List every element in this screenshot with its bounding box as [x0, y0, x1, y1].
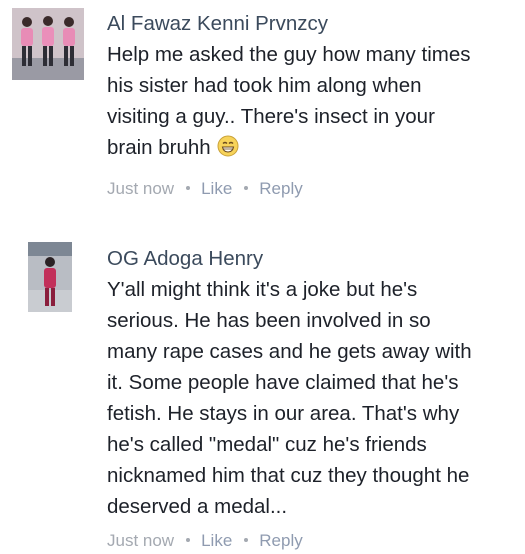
comment-actions: Just now Like Reply [107, 530, 519, 552]
comment-author[interactable]: OG Adoga Henry [107, 246, 519, 272]
like-link[interactable]: Like [201, 179, 232, 198]
comment-text-line: his sister had took him along when [107, 74, 422, 97]
comment-text-line: Y'all might think it's a joke but he's [107, 278, 418, 301]
reply-link[interactable]: Reply [259, 179, 302, 198]
comment-actions: Just now Like Reply [107, 178, 519, 200]
comment-timestamp: Just now [107, 179, 175, 198]
comment-body: OG Adoga Henry Y'all might think it's a … [107, 246, 519, 552]
comment-text-line: visiting a guy.. There's insect in your [107, 105, 435, 128]
comment-text-line: many rape cases and he gets away with [107, 340, 472, 363]
comment-timestamp: Just now [107, 531, 175, 550]
dot-separator [244, 185, 249, 190]
dot-separator [186, 185, 191, 190]
comment-text-fragment: brain bruhh [107, 136, 211, 159]
reply-link[interactable]: Reply [259, 531, 302, 550]
grinning-face-emoji-icon [217, 135, 239, 166]
avatar-photo [28, 242, 72, 312]
comment-text-line: he's called "medal" cuz he's friends [107, 433, 427, 456]
like-link[interactable]: Like [201, 531, 232, 550]
comment-body: Al Fawaz Kenni Prvnzcy Help me asked the… [107, 11, 519, 200]
comment-text-line: deserved a medal... [107, 495, 288, 518]
comment-text-line: nicknamed him that cuz they thought he [107, 464, 470, 487]
comment-text-line: Help me asked the guy how many times [107, 43, 471, 66]
avatar-photo [12, 8, 84, 80]
comment-text: Y'all might think it's a joke but he's s… [107, 274, 519, 522]
comment-text-line: serious. He has been involved in so [107, 309, 431, 332]
avatar[interactable] [28, 242, 72, 312]
comment-text-line: it. Some people have claimed that he's [107, 371, 459, 394]
comment-text: Help me asked the guy how many times his… [107, 39, 519, 166]
dot-separator [186, 537, 191, 542]
avatar[interactable] [12, 8, 84, 80]
comment-text-line: brain bruhh [107, 132, 519, 166]
comment-text-line: fetish. He stays in our area. That's why [107, 402, 460, 425]
dot-separator [244, 537, 249, 542]
comment-author[interactable]: Al Fawaz Kenni Prvnzcy [107, 11, 519, 37]
